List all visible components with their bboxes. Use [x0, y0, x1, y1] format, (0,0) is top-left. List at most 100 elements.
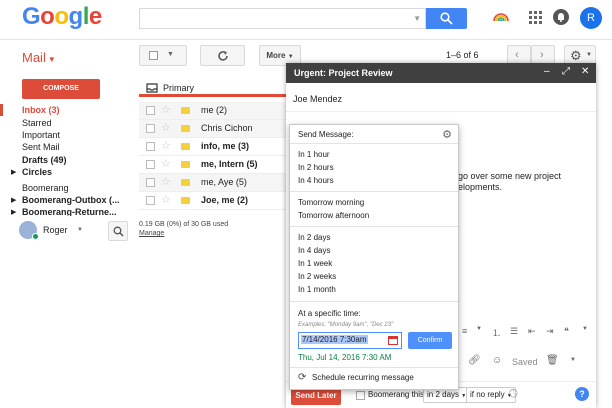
- manage-storage-link[interactable]: Manage: [139, 230, 164, 237]
- row-checkbox[interactable]: [146, 178, 155, 187]
- star-icon[interactable]: ☆: [161, 121, 171, 134]
- help-icon[interactable]: ?: [575, 387, 589, 401]
- importance-marker-icon[interactable]: [181, 179, 190, 186]
- select-dropdown-button[interactable]: ▼: [139, 45, 187, 66]
- table-row[interactable]: ☆ me (2): [139, 102, 290, 120]
- divider: [286, 111, 596, 112]
- menu-item[interactable]: In 1 month: [298, 285, 336, 294]
- logo-letter: g: [68, 3, 84, 30]
- sidebar-item-sent[interactable]: Sent Mail: [22, 142, 60, 152]
- row-checkbox[interactable]: [146, 142, 155, 151]
- row-checkbox[interactable]: [146, 160, 155, 169]
- chevron-right-icon: ›: [540, 49, 544, 61]
- menu-item[interactable]: In 2 days: [298, 233, 330, 242]
- more-label: More: [266, 51, 286, 60]
- search-people-button[interactable]: [108, 221, 128, 241]
- table-row[interactable]: ☆ info, me (3): [139, 138, 290, 156]
- quote-icon[interactable]: ❝: [564, 326, 569, 337]
- star-icon[interactable]: ☆: [161, 139, 171, 152]
- compose-button[interactable]: COMPOSE: [22, 79, 100, 99]
- sidebar-item-boomerang-outbox[interactable]: Boomerang-Outbox (...: [22, 195, 120, 205]
- body-line: elopments.: [458, 182, 503, 192]
- user-name: Roger: [43, 225, 68, 235]
- menu-item[interactable]: In 1 week: [298, 259, 332, 268]
- mail-label: Mail: [22, 50, 46, 65]
- message-body[interactable]: go over some new project elopments.: [458, 171, 561, 193]
- trash-icon[interactable]: 🗑︎: [546, 355, 559, 366]
- google-logo[interactable]: Google: [22, 3, 102, 31]
- star-icon[interactable]: ☆: [161, 157, 171, 170]
- table-row[interactable]: ☆ me, Aye (5): [139, 174, 290, 192]
- menu-item[interactable]: In 1 hour: [298, 150, 330, 159]
- gear-icon[interactable]: ⚙: [442, 128, 452, 141]
- notifications-icon[interactable]: [552, 8, 570, 26]
- emoji-icon[interactable]: ☺: [492, 355, 502, 366]
- gear-icon: ⚙: [570, 48, 582, 63]
- chevron-down-icon[interactable]: ▼: [570, 357, 576, 363]
- chevron-down-icon[interactable]: ▼: [476, 326, 482, 332]
- sidebar-item-starred[interactable]: Starred: [22, 118, 52, 128]
- divider: [290, 143, 458, 144]
- menu-item[interactable]: In 4 hours: [298, 176, 334, 185]
- importance-marker-icon[interactable]: [181, 161, 190, 168]
- table-row[interactable]: ☆ Chris Cichon: [139, 120, 290, 138]
- indent-more-icon[interactable]: ⇥: [546, 326, 554, 337]
- table-row[interactable]: ☆ me, Intern (5): [139, 156, 290, 174]
- star-icon[interactable]: ☆: [161, 103, 171, 116]
- checkbox-icon: [149, 51, 158, 60]
- tab-primary[interactable]: Primary: [139, 80, 290, 97]
- expand-triangle-icon[interactable]: ▶: [11, 196, 16, 204]
- sidebar-item-important[interactable]: Important: [22, 130, 60, 140]
- expand-icon[interactable]: ⤢: [562, 66, 570, 77]
- menu-item[interactable]: In 2 weeks: [298, 272, 336, 281]
- row-checkbox[interactable]: [146, 106, 155, 115]
- menu-item[interactable]: In 4 days: [298, 246, 330, 255]
- menu-item[interactable]: Tomorrow morning: [298, 198, 364, 207]
- calendar-icon[interactable]: [388, 336, 398, 345]
- close-icon[interactable]: ✕: [581, 66, 589, 77]
- sidebar-item-circles[interactable]: Circles: [22, 167, 52, 177]
- sidebar-item-drafts[interactable]: Drafts (49): [22, 155, 67, 165]
- align-icon[interactable]: ≡: [462, 326, 467, 336]
- bulleted-list-icon[interactable]: ☰: [510, 326, 518, 337]
- numbered-list-icon[interactable]: ⒈: [492, 326, 501, 339]
- top-bar: Google ▼ R: [0, 0, 612, 40]
- sidebar-item-inbox[interactable]: Inbox (3): [22, 105, 60, 115]
- confirm-button[interactable]: Confirm: [408, 332, 452, 349]
- star-icon[interactable]: ☆: [161, 193, 171, 206]
- apps-grid-icon[interactable]: [526, 8, 544, 26]
- refresh-button[interactable]: [200, 45, 245, 66]
- row-checkbox[interactable]: [146, 196, 155, 205]
- mail-dropdown[interactable]: Mail ▼: [22, 50, 56, 65]
- search-options-chevron-icon[interactable]: ▼: [413, 14, 421, 23]
- sidebar-item-boomerang[interactable]: Boomerang: [22, 183, 69, 193]
- recipient-field[interactable]: Joe Mendez: [293, 94, 342, 104]
- row-checkbox[interactable]: [146, 124, 155, 133]
- boomerang-checkbox[interactable]: [356, 391, 365, 400]
- sidebar-item-boomerang-returned[interactable]: Boomerang-Returne...: [22, 207, 117, 216]
- expand-triangle-icon[interactable]: ▶: [11, 208, 16, 216]
- search-button[interactable]: [426, 8, 467, 29]
- top-icons: R: [492, 7, 602, 30]
- indent-less-icon[interactable]: ⇤: [528, 326, 536, 337]
- importance-marker-icon[interactable]: [181, 125, 190, 132]
- clock-icon[interactable]: 🕓︎: [509, 388, 518, 401]
- menu-item[interactable]: In 2 hours: [298, 163, 334, 172]
- recurring-icon: ⟳: [298, 372, 307, 383]
- insert-link-icon[interactable]: 🔗︎: [468, 355, 481, 366]
- minimize-icon[interactable]: –: [544, 66, 550, 77]
- menu-item[interactable]: Tomorrow afternoon: [298, 211, 369, 220]
- table-row[interactable]: ☆ Joe, me (2): [139, 192, 290, 210]
- expand-triangle-icon[interactable]: ▶: [11, 168, 16, 176]
- importance-marker-icon[interactable]: [181, 197, 190, 204]
- rainbow-icon[interactable]: [492, 8, 510, 26]
- importance-marker-icon[interactable]: [181, 143, 190, 150]
- search-input[interactable]: ▼: [139, 8, 426, 29]
- account-avatar[interactable]: R: [580, 7, 602, 29]
- importance-marker-icon[interactable]: [181, 107, 190, 114]
- chevron-down-icon[interactable]: ▼: [582, 326, 588, 332]
- compose-header[interactable]: Urgent: Project Review – ⤢ ✕: [286, 63, 596, 83]
- star-icon[interactable]: ☆: [161, 175, 171, 188]
- datetime-input[interactable]: 7/14/2016 7:30am: [298, 332, 402, 349]
- select-value: in 2 days: [427, 390, 460, 399]
